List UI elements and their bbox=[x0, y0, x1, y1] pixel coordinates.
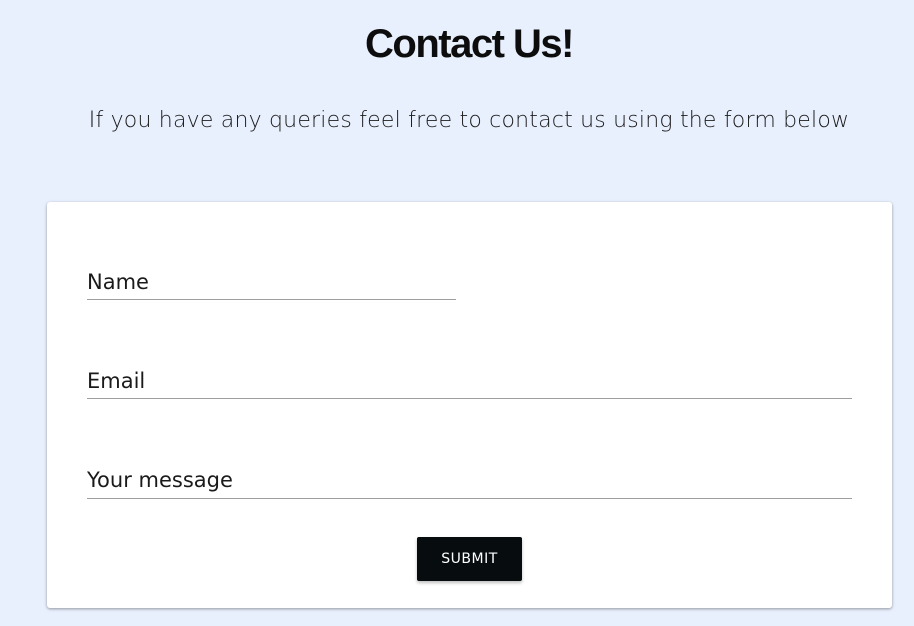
page-subtitle: If you have any queries feel free to con… bbox=[88, 108, 850, 133]
contact-form-card: SUBMIT bbox=[47, 202, 892, 608]
message-field bbox=[87, 463, 852, 502]
email-input[interactable] bbox=[87, 363, 852, 398]
page-title: Contact Us! bbox=[365, 22, 574, 66]
message-input[interactable] bbox=[87, 463, 852, 502]
email-field bbox=[87, 363, 852, 399]
submit-button[interactable]: SUBMIT bbox=[417, 537, 522, 581]
name-input[interactable] bbox=[87, 264, 456, 299]
name-field bbox=[87, 264, 456, 300]
